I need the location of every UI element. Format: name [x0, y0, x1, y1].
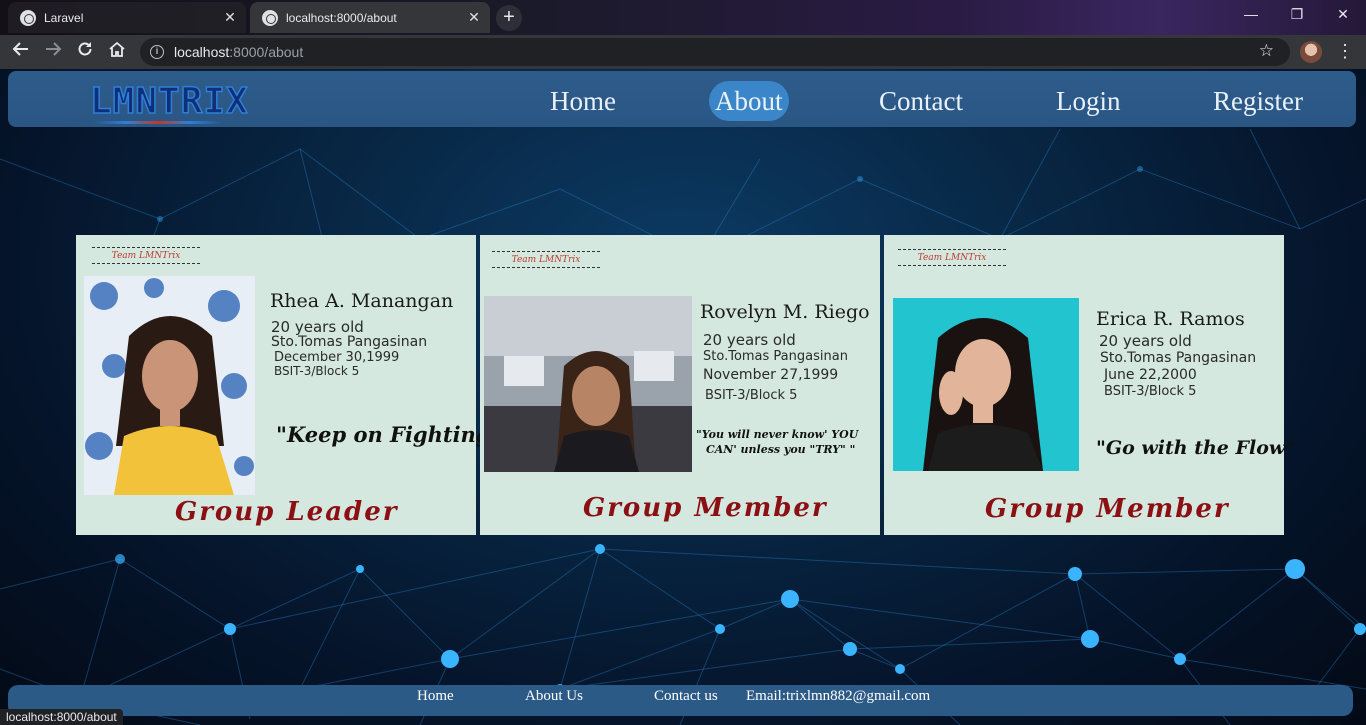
member-name: Rhea A. Manangan — [270, 290, 454, 312]
page-viewport: LMNTRIX Home About Contact Login Registe… — [0, 69, 1366, 725]
member-role: Group Leader — [175, 497, 399, 527]
member-section: BSIT-3/Block 5 — [274, 364, 360, 378]
member-photo — [84, 276, 255, 495]
window-close-button[interactable]: ✕ — [1320, 0, 1366, 30]
info-icon[interactable]: i — [150, 45, 164, 59]
member-address: Sto.Tomas Pangasinan — [271, 334, 428, 350]
member-age: 20 years old — [703, 331, 796, 349]
forward-icon[interactable] — [40, 40, 66, 66]
tab-title: Laravel — [44, 10, 84, 25]
globe-icon — [262, 9, 278, 26]
nav-register[interactable]: Register — [1207, 81, 1309, 121]
tab-laravel[interactable]: Laravel ✕ — [8, 2, 246, 33]
team-badge: Team LMNTrix — [898, 245, 1006, 271]
member-birthday: November 27,1999 — [703, 367, 839, 383]
member-quote: "Keep on Fighting" — [276, 422, 502, 447]
site-navbar: LMNTRIX Home About Contact Login Registe… — [8, 71, 1356, 127]
member-address: Sto.Tomas Pangasinan — [1100, 350, 1257, 366]
globe-icon — [20, 9, 36, 26]
url-host: localhost — [174, 44, 230, 60]
browser-tab-strip: Laravel ✕ localhost:8000/about ✕ + — ❐ ✕ — [0, 0, 1366, 35]
nav-home[interactable]: Home — [544, 81, 622, 121]
close-tab-icon[interactable]: ✕ — [218, 9, 242, 26]
member-role: Group Member — [583, 493, 828, 523]
close-tab-icon[interactable]: ✕ — [462, 9, 486, 26]
logo-underline — [94, 121, 222, 124]
member-photo — [893, 298, 1079, 471]
reload-icon[interactable] — [72, 40, 98, 66]
profile-avatar[interactable] — [1300, 41, 1322, 63]
footer-link-home[interactable]: Home — [417, 688, 454, 705]
member-name: Rovelyn M. Riego — [700, 301, 870, 323]
member-birthday: June 22,2000 — [1104, 367, 1197, 383]
tab-about[interactable]: localhost:8000/about ✕ — [250, 2, 490, 33]
tab-title: localhost:8000/about — [286, 10, 397, 25]
member-card-rhea: Team LMNTrix Rhea A. Manangan 20 years o… — [76, 235, 501, 535]
status-url-bubble: localhost:8000/about — [0, 709, 123, 725]
address-bar[interactable]: i localhost:8000/about ☆ — [140, 38, 1290, 66]
back-icon[interactable] — [8, 40, 34, 66]
home-icon[interactable] — [104, 40, 130, 66]
url-path: :8000/about — [229, 44, 304, 60]
member-quote-line1: "You will never know' YOU — [696, 428, 859, 441]
footer-link-contact[interactable]: Contact us — [654, 688, 718, 705]
member-age: 20 years old — [1099, 332, 1192, 350]
nav-about[interactable]: About — [709, 81, 789, 121]
minimize-button[interactable]: — — [1228, 0, 1274, 30]
member-quote: "Go with the Flow" — [1096, 437, 1296, 459]
member-card-erica: Team LMNTrix Erica R. Ramos 20 years old… — [884, 235, 1295, 535]
member-section: BSIT-3/Block 5 — [1104, 384, 1197, 399]
star-icon[interactable]: ☆ — [1259, 41, 1274, 61]
site-footer: Home About Us Contact us Email:trixlmn88… — [8, 685, 1353, 716]
member-address: Sto.Tomas Pangasinan — [703, 349, 848, 364]
member-section: BSIT-3/Block 5 — [705, 388, 798, 403]
member-role: Group Member — [985, 494, 1230, 524]
nav-contact[interactable]: Contact — [873, 81, 969, 121]
footer-link-about[interactable]: About Us — [525, 688, 583, 705]
restore-button[interactable]: ❐ — [1274, 0, 1320, 30]
team-badge: Team LMNTrix — [92, 243, 200, 269]
member-card-rovelyn: Team LMNTrix Rovelyn M. Riego 20 years o… — [480, 235, 880, 535]
nav-login[interactable]: Login — [1050, 81, 1127, 121]
site-logo[interactable]: LMNTRIX — [89, 77, 249, 125]
member-quote-line2: CAN' unless you "TRY" " — [706, 443, 856, 456]
new-tab-button[interactable]: + — [496, 5, 522, 31]
member-name: Erica R. Ramos — [1096, 308, 1245, 330]
member-photo — [484, 296, 692, 472]
browser-toolbar: i localhost:8000/about ☆ — [0, 35, 1366, 69]
team-badge: Team LMNTrix — [492, 247, 600, 273]
footer-email: Email:trixlmn882@gmail.com — [746, 688, 931, 704]
member-birthday: December 30,1999 — [274, 350, 400, 365]
menu-icon[interactable]: ⋮ — [1336, 40, 1354, 64]
